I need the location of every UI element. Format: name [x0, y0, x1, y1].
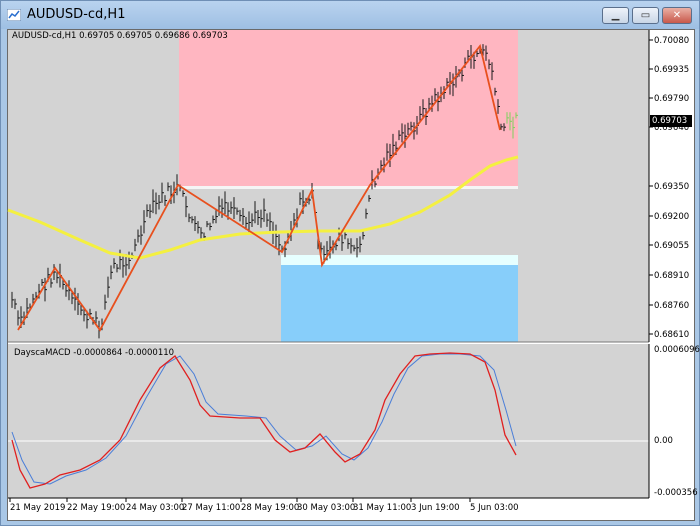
time-axis-label: 22 May 19:00 — [67, 503, 126, 513]
price-axis-label: 0.69200 — [654, 212, 690, 222]
price-axis-label: 0.68610 — [654, 330, 690, 340]
time-axis-label: 27 May 11:00 — [182, 503, 241, 513]
time-axis-label: 30 May 03:00 — [297, 503, 356, 513]
time-axis-label: 24 May 03:00 — [126, 503, 185, 513]
indicator-pane-background — [8, 344, 649, 498]
time-axis-label: 31 May 11:00 — [353, 503, 412, 513]
price-axis-label: 0.69350 — [654, 182, 690, 192]
current-price-label: 0.69703 — [650, 115, 692, 127]
time-axis-label: 21 May 2019 — [10, 503, 66, 513]
supply-zone — [179, 30, 518, 186]
time-axis-label: 28 May 19:00 — [241, 503, 300, 513]
ohlc-header: AUDUSD-cd,H1 0.69705 0.69705 0.69686 0.6… — [12, 31, 228, 41]
price-axis-label: 0.69055 — [654, 241, 690, 251]
time-axis-label: 5 Jun 03:00 — [470, 503, 519, 513]
indicator-header: DayscaMACD -0.0000864 -0.0000110 — [14, 348, 175, 358]
time-axis-label: 3 Jun 19:00 — [411, 503, 460, 513]
demand-zone — [281, 265, 518, 342]
supply-zone-edge — [179, 186, 518, 189]
indicator-scale-bottom: -0.000356 — [654, 488, 698, 498]
price-axis-label: 0.68910 — [654, 271, 690, 281]
chart-canvas[interactable] — [0, 0, 700, 526]
demand-zone-edge — [281, 255, 518, 265]
indicator-scale-top: 0.0006096 — [654, 345, 700, 355]
indicator-scale-zero: 0.00 — [654, 436, 673, 446]
indicator-scale[interactable] — [649, 344, 693, 498]
price-axis-label: 0.68760 — [654, 301, 690, 311]
price-axis-label: 0.69790 — [654, 94, 690, 104]
price-axis-label: 0.69935 — [654, 65, 690, 75]
price-axis-label: 0.70080 — [654, 36, 690, 46]
